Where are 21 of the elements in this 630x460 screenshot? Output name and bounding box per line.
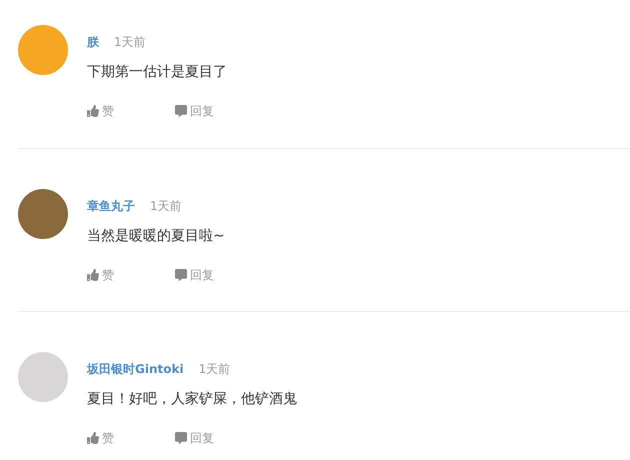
- speech-bubble-icon: [175, 105, 187, 117]
- comment-time: 1天前: [114, 34, 146, 51]
- comment-text: 下期第一估计是夏目了: [87, 63, 227, 82]
- reply-button[interactable]: 回复: [175, 429, 214, 447]
- thumbs-up-icon: [87, 432, 99, 444]
- speech-bubble-icon: [175, 432, 187, 444]
- comment-text: 夏目！好吧，人家铲屎，他铲酒鬼: [87, 390, 297, 409]
- author-name[interactable]: 章鱼丸子: [87, 197, 135, 215]
- like-button[interactable]: 赞: [87, 102, 175, 120]
- like-button[interactable]: 赞: [87, 429, 175, 447]
- reply-button[interactable]: 回复: [175, 102, 214, 120]
- thumbs-up-icon: [87, 105, 99, 117]
- author-name[interactable]: 朕: [87, 33, 99, 51]
- author-name[interactable]: 坂田银时Gintoki: [87, 360, 184, 378]
- reply-button[interactable]: 回复: [175, 266, 214, 284]
- thumbs-up-icon: [87, 269, 99, 281]
- comment-time: 1天前: [198, 361, 230, 378]
- comment-time: 1天前: [150, 198, 182, 215]
- comment-text: 当然是暖暖的夏目啦~: [87, 227, 225, 246]
- like-button[interactable]: 赞: [87, 266, 175, 284]
- speech-bubble-icon: [175, 269, 187, 281]
